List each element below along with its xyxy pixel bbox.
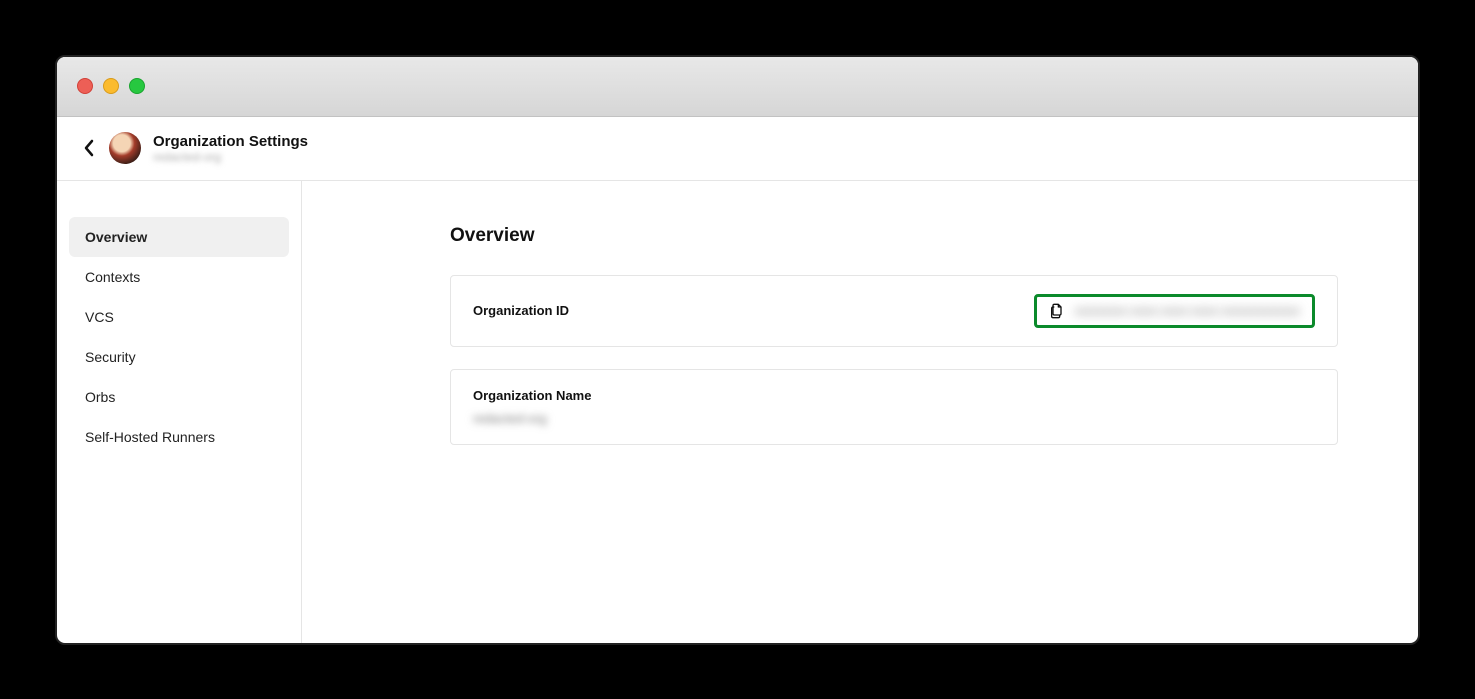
- sidebar-item-label: VCS: [85, 309, 114, 325]
- sidebar-item-self-hosted-runners[interactable]: Self-Hosted Runners: [69, 417, 289, 457]
- back-button[interactable]: [81, 136, 97, 160]
- org-id-highlight: xxxxxxxx-xxxx-xxxx-xxxx-xxxxxxxxxxxx: [1034, 294, 1315, 328]
- copy-button[interactable]: [1049, 303, 1065, 319]
- sidebar-item-orbs[interactable]: Orbs: [69, 377, 289, 417]
- sidebar-item-security[interactable]: Security: [69, 337, 289, 377]
- sidebar-item-label: Overview: [85, 229, 147, 245]
- page-subtitle: redacted-org: [153, 150, 308, 164]
- window-minimize-button[interactable]: [103, 78, 119, 94]
- header-titles: Organization Settings redacted-org: [153, 133, 308, 164]
- org-id-row: Organization ID xxxxxxxx-xxxx-xxxx-xxxx-…: [473, 294, 1315, 328]
- org-name-card: Organization Name redacted-org: [450, 369, 1338, 445]
- window-maximize-button[interactable]: [129, 78, 145, 94]
- sidebar: Overview Contexts VCS Security Orbs Self…: [57, 181, 302, 643]
- titlebar: [57, 57, 1418, 117]
- sidebar-item-vcs[interactable]: VCS: [69, 297, 289, 337]
- copy-icon: [1049, 303, 1065, 319]
- org-id-label: Organization ID: [473, 303, 569, 318]
- org-id-value: xxxxxxxx-xxxx-xxxx-xxxx-xxxxxxxxxxxx: [1075, 303, 1300, 318]
- avatar: [109, 132, 141, 164]
- sidebar-item-overview[interactable]: Overview: [69, 217, 289, 257]
- org-name-label: Organization Name: [473, 388, 1315, 403]
- page-body: Overview Contexts VCS Security Orbs Self…: [57, 181, 1418, 643]
- traffic-lights: [77, 78, 145, 94]
- sidebar-item-label: Self-Hosted Runners: [85, 429, 215, 445]
- app-window: Organization Settings redacted-org Overv…: [55, 55, 1420, 645]
- sidebar-item-contexts[interactable]: Contexts: [69, 257, 289, 297]
- section-title: Overview: [450, 225, 1338, 247]
- org-id-card: Organization ID xxxxxxxx-xxxx-xxxx-xxxx-…: [450, 275, 1338, 347]
- page-title: Organization Settings: [153, 133, 308, 150]
- chevron-left-icon: [83, 139, 95, 157]
- window-close-button[interactable]: [77, 78, 93, 94]
- org-name-value: redacted-org: [473, 411, 1315, 426]
- sidebar-item-label: Security: [85, 349, 136, 365]
- page-header: Organization Settings redacted-org: [57, 117, 1418, 181]
- main-content: Overview Organization ID xxxxxxxx-xxxx-x…: [302, 181, 1418, 643]
- sidebar-item-label: Contexts: [85, 269, 140, 285]
- sidebar-item-label: Orbs: [85, 389, 115, 405]
